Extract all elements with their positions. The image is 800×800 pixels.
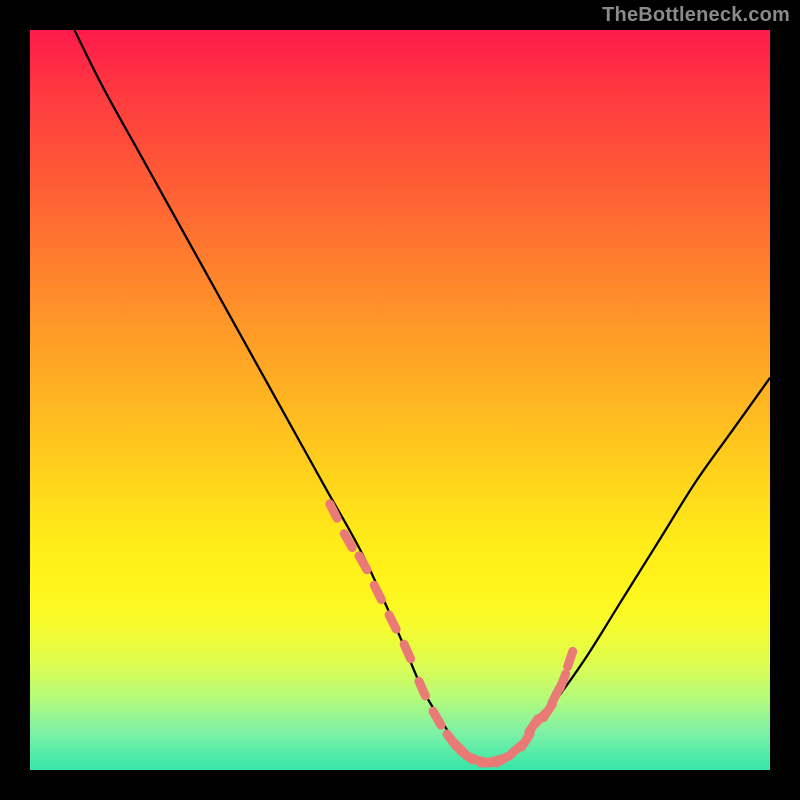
marker-point	[568, 651, 573, 666]
marker-point	[404, 644, 410, 659]
marker-group	[330, 504, 573, 763]
marker-point	[419, 681, 425, 696]
marker-point	[344, 534, 352, 548]
chart-frame: TheBottleneck.com	[0, 0, 800, 800]
bottleneck-curve	[74, 30, 770, 763]
marker-point	[389, 615, 396, 629]
watermark-text: TheBottleneck.com	[602, 4, 790, 27]
marker-point	[330, 504, 337, 518]
marker-point	[560, 674, 566, 689]
chart-svg	[30, 30, 770, 770]
marker-point	[374, 585, 381, 599]
marker-point	[359, 556, 367, 570]
marker-point	[433, 711, 441, 725]
